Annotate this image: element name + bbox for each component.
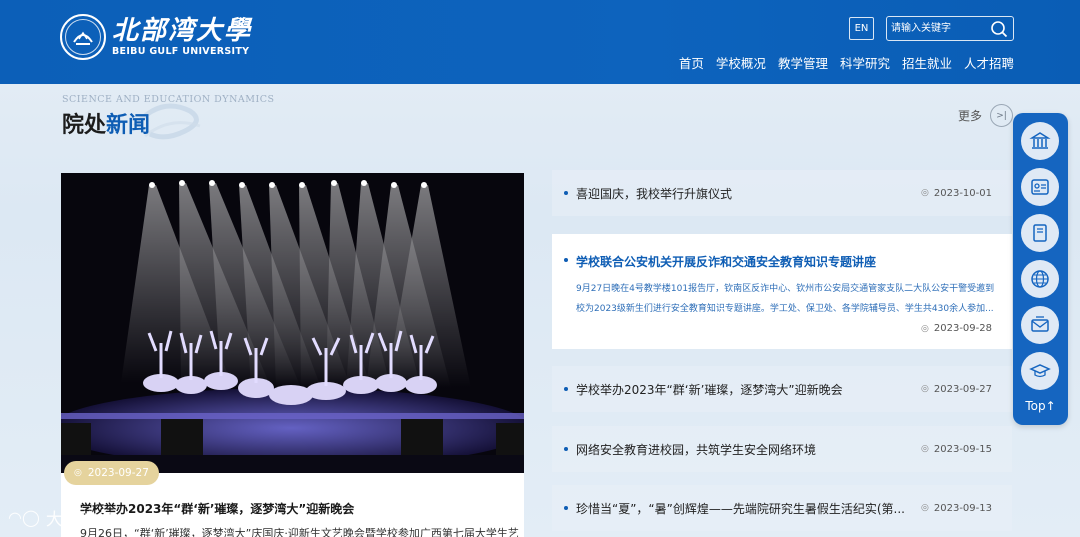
- bullet-icon: [564, 506, 568, 510]
- nav-recruitment[interactable]: 人才招聘: [964, 53, 1014, 72]
- logo-english-name: BEIBU GULF UNIVERSITY: [112, 46, 250, 57]
- bullet-icon: [564, 191, 568, 195]
- news-item[interactable]: 喜迎国庆，我校举行升旗仪式 ◎ 2023-10-01: [552, 170, 1012, 216]
- clock-icon: ◎: [921, 384, 929, 394]
- site-header: 北部湾大學 BEIBU GULF UNIVERSITY EN 首页 学校概况 教…: [0, 0, 1080, 84]
- nav-admissions[interactable]: 招生就业: [902, 53, 952, 72]
- bullet-icon: [564, 387, 568, 391]
- nav-about[interactable]: 学校概况: [716, 53, 766, 72]
- watermark: ◠◯ 大数信息: [8, 505, 114, 530]
- more-link[interactable]: 更多 >|: [958, 104, 1014, 127]
- news-title[interactable]: 珍惜当“夏”，“暑”创辉煌——先端院研究生暑假生活纪实(第...: [576, 500, 906, 517]
- bullet-icon: [564, 447, 568, 451]
- watermark-text: 大数信息: [45, 510, 114, 530]
- nav-home[interactable]: 首页: [679, 53, 704, 72]
- news-date: ◎ 2023-09-13: [921, 502, 992, 514]
- news-title[interactable]: 学校联合公安机关开展反诈和交通安全教育知识专题讲座: [576, 253, 876, 270]
- clock-icon: ◎: [921, 188, 929, 198]
- nav-teaching[interactable]: 教学管理: [778, 53, 828, 72]
- feature-summary: 9月26日，“群‘新’璀璨，逐梦湾大”庆国庆·迎新生文艺晚会暨学校参加广西第七届…: [80, 527, 519, 537]
- main-nav: 首页 学校概况 教学管理 科学研究 招生就业 人才招聘: [667, 53, 1014, 72]
- clock-icon: ◎: [921, 444, 929, 454]
- feature-date-badge: ◎ 2023-09-27: [64, 461, 159, 485]
- book-icon[interactable]: [1021, 214, 1059, 252]
- clock-icon: ◎: [921, 503, 929, 513]
- news-item[interactable]: 学校举办2023年“群‘新’璀璨，逐梦湾大”迎新晚会 ◎ 2023-09-27: [552, 366, 1012, 412]
- watermark-logo-icon: ◠◯: [8, 508, 40, 527]
- news-excerpt: 9月27日晚在4号教学楼101报告厅，钦南区反诈中心、钦州市公安局交通管家支队二…: [576, 284, 995, 314]
- search-box: [886, 16, 1014, 41]
- more-label: 更多: [958, 109, 983, 123]
- clock-icon: ◎: [921, 323, 929, 334]
- globe-icon[interactable]: [1021, 260, 1059, 298]
- news-item[interactable]: 珍惜当“夏”，“暑”创辉煌——先端院研究生暑假生活纪实(第... ◎ 2023-0…: [552, 485, 1012, 531]
- bullet-icon: [564, 258, 568, 262]
- news-date: ◎ 2023-10-01: [921, 187, 992, 199]
- search-input[interactable]: [891, 19, 989, 38]
- news-date: ◎ 2023-09-27: [921, 383, 992, 395]
- building-icon[interactable]: [1021, 122, 1059, 160]
- section-title: 院处新闻: [62, 112, 151, 138]
- id-card-icon[interactable]: [1021, 168, 1059, 206]
- more-arrow-icon[interactable]: >|: [990, 104, 1014, 127]
- news-title[interactable]: 网络安全教育进校园，共筑学生安全网络环境: [576, 441, 906, 458]
- feature-news-card[interactable]: ◎ 2023-09-27 学校举办2023年“群‘新’璀璨，逐梦湾大”迎新晚会 9…: [61, 173, 524, 537]
- graduation-cap-icon[interactable]: [1021, 352, 1059, 390]
- language-switch-button[interactable]: EN: [849, 17, 874, 40]
- news-item[interactable]: 网络安全教育进校园，共筑学生安全网络环境 ◎ 2023-09-15: [552, 426, 1012, 472]
- search-icon[interactable]: [990, 20, 1008, 38]
- news-title[interactable]: 喜迎国庆，我校举行升旗仪式: [576, 185, 906, 202]
- nav-research[interactable]: 科学研究: [840, 53, 890, 72]
- news-item-expanded[interactable]: 学校联合公安机关开展反诈和交通安全教育知识专题讲座 9月27日晚在4号教学楼10…: [552, 234, 1012, 349]
- news-date: ◎ 2023-09-15: [921, 443, 992, 455]
- feature-title[interactable]: 学校举办2023年“群‘新’璀璨，逐梦湾大”迎新晚会: [80, 500, 354, 517]
- university-logo[interactable]: 北部湾大學 BEIBU GULF UNIVERSITY: [60, 14, 252, 60]
- clock-icon: ◎: [74, 468, 82, 478]
- university-seal-icon: [60, 14, 106, 60]
- back-to-top-button[interactable]: Top↑: [1013, 399, 1068, 413]
- news-date: ◎ 2023-09-28: [921, 323, 992, 334]
- feature-photo[interactable]: [61, 173, 524, 473]
- news-title[interactable]: 学校举办2023年“群‘新’璀璨，逐梦湾大”迎新晚会: [576, 381, 906, 398]
- quick-access-bar: Top↑: [1013, 113, 1068, 425]
- logo-chinese-name: 北部湾大學: [112, 16, 253, 46]
- mail-icon[interactable]: [1021, 306, 1059, 344]
